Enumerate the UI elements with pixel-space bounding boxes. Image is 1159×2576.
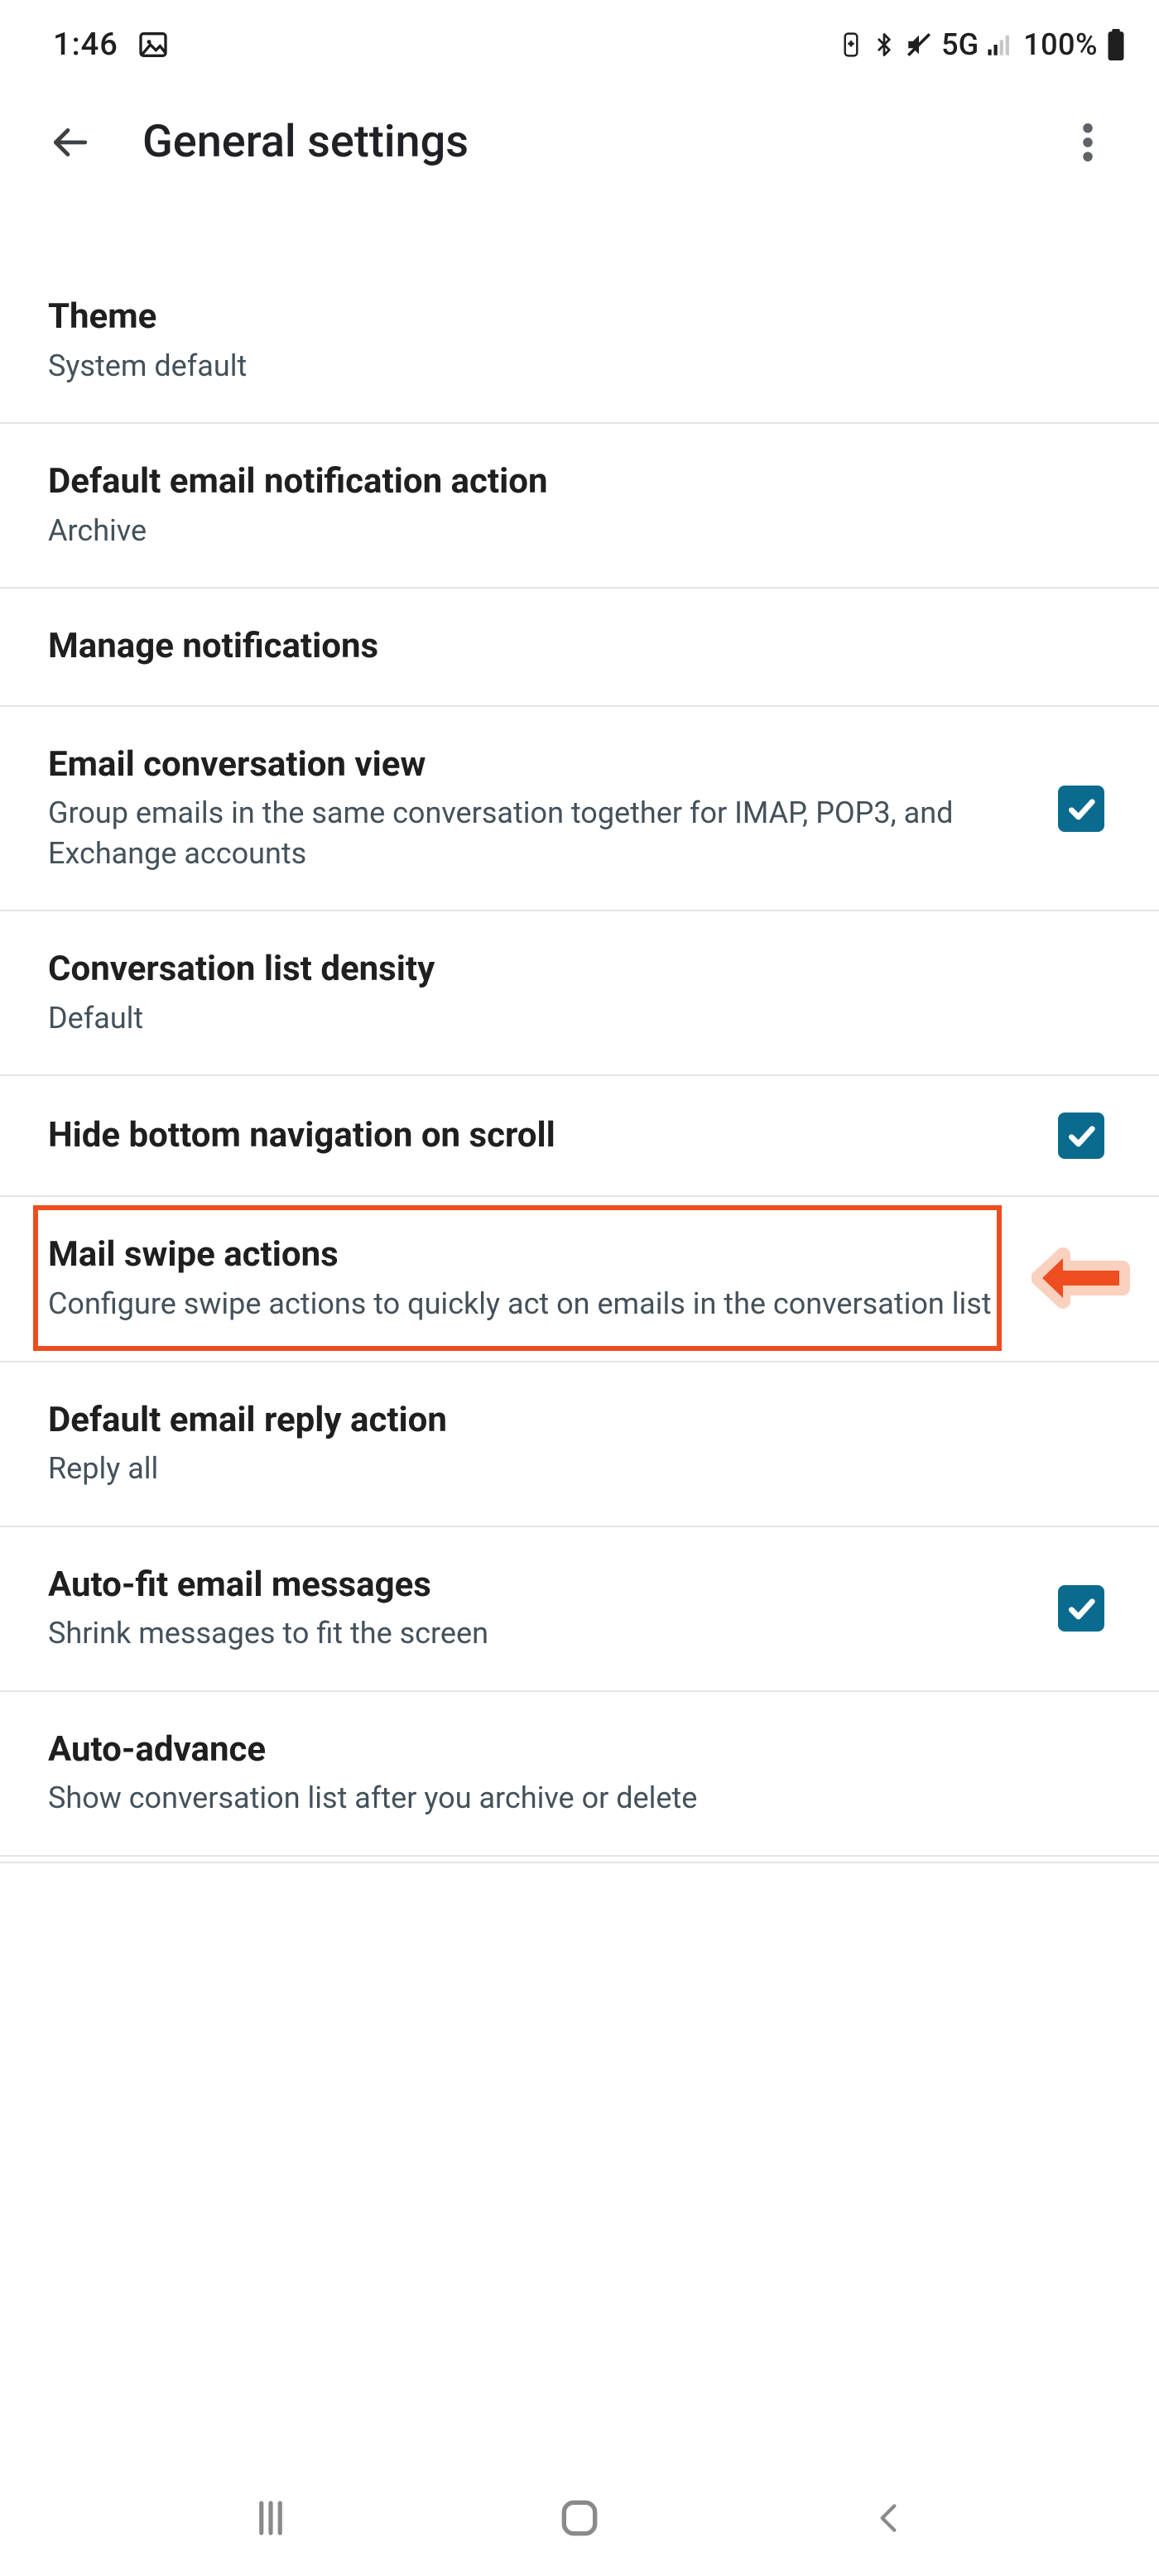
setting-default-email-notification-action[interactable]: Default email notification action Archiv… (0, 424, 1159, 589)
setting-auto-advance[interactable]: Auto-advance Show conversation list afte… (0, 1692, 1159, 1855)
setting-default-email-reply-action[interactable]: Default email reply action Reply all (0, 1362, 1159, 1527)
check-icon (1065, 792, 1098, 825)
setting-sub: Reply all (48, 1449, 1086, 1489)
setting-title: Email conversation view (48, 743, 1033, 787)
setting-manage-notifications[interactable]: Manage notifications (0, 589, 1159, 707)
battery-percent: 100% (1023, 27, 1098, 62)
setting-title: Theme (48, 296, 1086, 339)
signal-icon (987, 32, 1015, 57)
more-vertical-icon (1083, 123, 1093, 161)
list-end-divider (0, 1855, 1159, 1863)
setting-title: Manage notifications (48, 625, 1086, 669)
setting-theme[interactable]: Theme System default (0, 259, 1159, 424)
setting-conversation-list-density[interactable]: Conversation list density Default (0, 911, 1159, 1076)
setting-auto-fit-email-messages[interactable]: Auto-fit email messages Shrink messages … (0, 1527, 1159, 1692)
setting-title: Auto-fit email messages (48, 1564, 1033, 1608)
setting-mail-swipe-actions[interactable]: Mail swipe actions Configure swipe actio… (0, 1197, 1159, 1362)
check-icon (1065, 1592, 1098, 1625)
back-button[interactable] (46, 119, 93, 166)
network-label: 5G (941, 27, 979, 62)
setting-title: Default email reply action (48, 1399, 1086, 1443)
status-left: 1:46 (53, 26, 170, 63)
setting-sub: Shrink messages to fit the screen (48, 1613, 1033, 1654)
checkbox-hide-bottom-nav[interactable] (1058, 1113, 1104, 1159)
system-nav-bar (0, 2460, 1159, 2576)
nav-back-button[interactable] (851, 2481, 926, 2555)
setting-sub: Group emails in the same conversation to… (48, 793, 1033, 873)
mute-icon (905, 31, 933, 59)
setting-title: Conversation list density (48, 948, 1086, 992)
checkbox-auto-fit[interactable] (1058, 1585, 1104, 1632)
settings-list: Theme System default Default email notif… (0, 259, 1159, 1863)
data-saver-icon (839, 31, 863, 59)
app-bar: General settings (0, 83, 1159, 201)
status-time: 1:46 (53, 26, 118, 63)
check-icon (1065, 1119, 1098, 1152)
setting-title: Hide bottom navigation on scroll (48, 1114, 1033, 1158)
bluetooth-icon (872, 30, 897, 60)
setting-hide-bottom-navigation[interactable]: Hide bottom navigation on scroll (0, 1076, 1159, 1197)
home-icon (556, 2495, 603, 2541)
page-title: General settings (142, 116, 1015, 168)
battery-icon (1106, 29, 1126, 60)
chevron-left-icon (870, 2496, 907, 2540)
checkbox-conversation-view[interactable] (1058, 786, 1104, 832)
status-bar: 1:46 5G (0, 0, 1159, 83)
nav-home-button[interactable] (542, 2481, 617, 2555)
setting-title: Auto-advance (48, 1728, 1086, 1772)
more-menu-button[interactable] (1065, 119, 1111, 166)
setting-sub: Archive (48, 511, 1086, 551)
setting-sub: Default (48, 998, 1086, 1039)
setting-title: Mail swipe actions (48, 1233, 1086, 1277)
setting-sub: Configure swipe actions to quickly act o… (48, 1284, 1086, 1324)
setting-sub: Show conversation list after you archive… (48, 1778, 1086, 1819)
setting-sub: System default (48, 346, 1086, 387)
setting-title: Default email notification action (48, 460, 1086, 504)
setting-email-conversation-view[interactable]: Email conversation view Group emails in … (0, 707, 1159, 912)
image-icon (137, 28, 170, 61)
arrow-left-icon (49, 122, 90, 163)
nav-recents-button[interactable] (233, 2481, 308, 2555)
recents-icon (248, 2496, 293, 2540)
status-right: 5G 100% (839, 27, 1126, 62)
